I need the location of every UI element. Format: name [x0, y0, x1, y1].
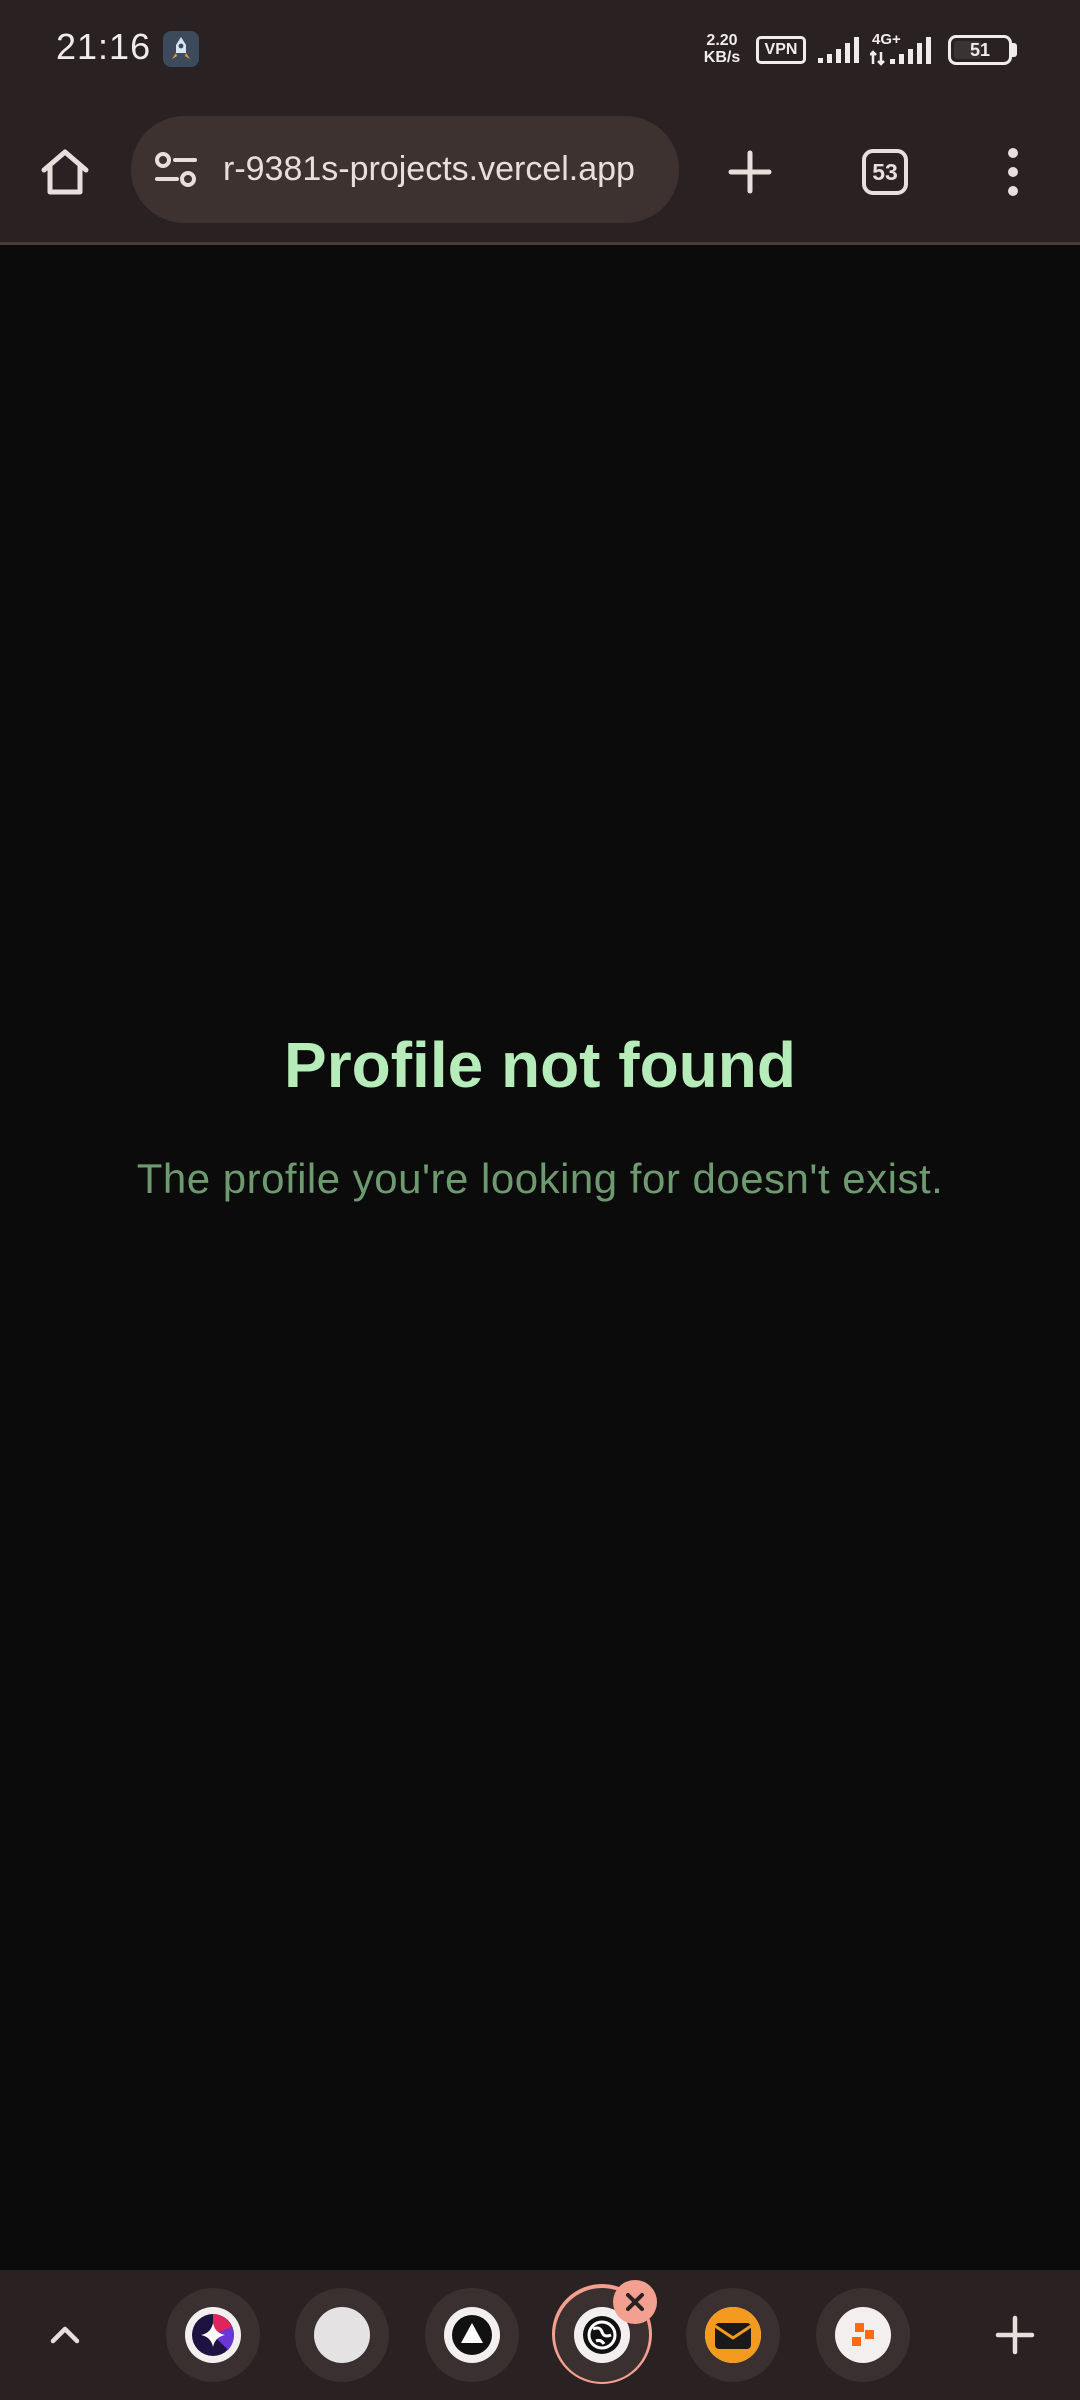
tab-chip-6[interactable] — [816, 2288, 910, 2382]
plus-icon — [728, 150, 772, 194]
more-vert-icon — [1008, 148, 1018, 196]
tab-chip-5[interactable] — [686, 2288, 780, 2382]
page-title: Profile not found — [284, 1029, 796, 1101]
close-tab-button[interactable] — [613, 2280, 657, 2324]
battery-icon: 51 — [948, 35, 1012, 65]
menu-button[interactable] — [978, 137, 1048, 207]
net-speed-value: 2.20 — [706, 32, 738, 49]
new-tab-button[interactable] — [715, 137, 785, 207]
web-page-content: Profile not found The profile you're loo… — [0, 248, 1080, 2270]
add-tab-button[interactable] — [980, 2300, 1050, 2370]
page-message: The profile you're looking for doesn't e… — [136, 1155, 944, 1202]
blank-favicon-icon — [314, 2307, 370, 2363]
vpn-badge: VPN — [756, 36, 806, 64]
tab-switcher-button[interactable]: 53 — [850, 137, 920, 207]
net-speed-indicator: 2.20 KB/s — [697, 32, 747, 66]
battery-tip — [1012, 43, 1017, 57]
notification-app-icon — [163, 31, 199, 67]
triangle-logo-icon — [444, 2307, 500, 2363]
orange-tiles-icon — [835, 2307, 891, 2363]
status-bar: 21:16 2.20 KB/s VPN 4G+ 51 — [0, 0, 1080, 100]
address-bar[interactable]: r-9381s-projects.vercel.app — [131, 116, 679, 223]
tab-chip-3[interactable] — [425, 2288, 519, 2382]
site-settings-icon[interactable] — [153, 147, 199, 193]
url-text[interactable]: r-9381s-projects.vercel.app — [223, 116, 663, 223]
tab-count: 53 — [862, 149, 908, 195]
tab-chip-2[interactable] — [295, 2288, 389, 2382]
net-speed-unit: KB/s — [703, 49, 741, 66]
bottom-tab-strip — [0, 2270, 1080, 2400]
signal-bars-sim2-icon — [870, 37, 931, 66]
gemini-sparkle-icon — [185, 2307, 241, 2363]
plus-icon — [995, 2315, 1035, 2355]
tab-chip-1[interactable] — [166, 2288, 260, 2382]
signal-bars-sim1-icon — [818, 37, 859, 63]
home-icon — [41, 149, 89, 195]
expand-tabs-button[interactable] — [30, 2300, 100, 2370]
mail-icon — [705, 2307, 761, 2363]
battery-percent: 51 — [969, 40, 991, 60]
close-icon — [626, 2293, 644, 2311]
status-time: 21:16 — [56, 26, 152, 67]
browser-toolbar: r-9381s-projects.vercel.app 53 — [0, 100, 1080, 245]
chevron-up-icon — [50, 2326, 80, 2344]
home-button[interactable] — [30, 137, 100, 207]
